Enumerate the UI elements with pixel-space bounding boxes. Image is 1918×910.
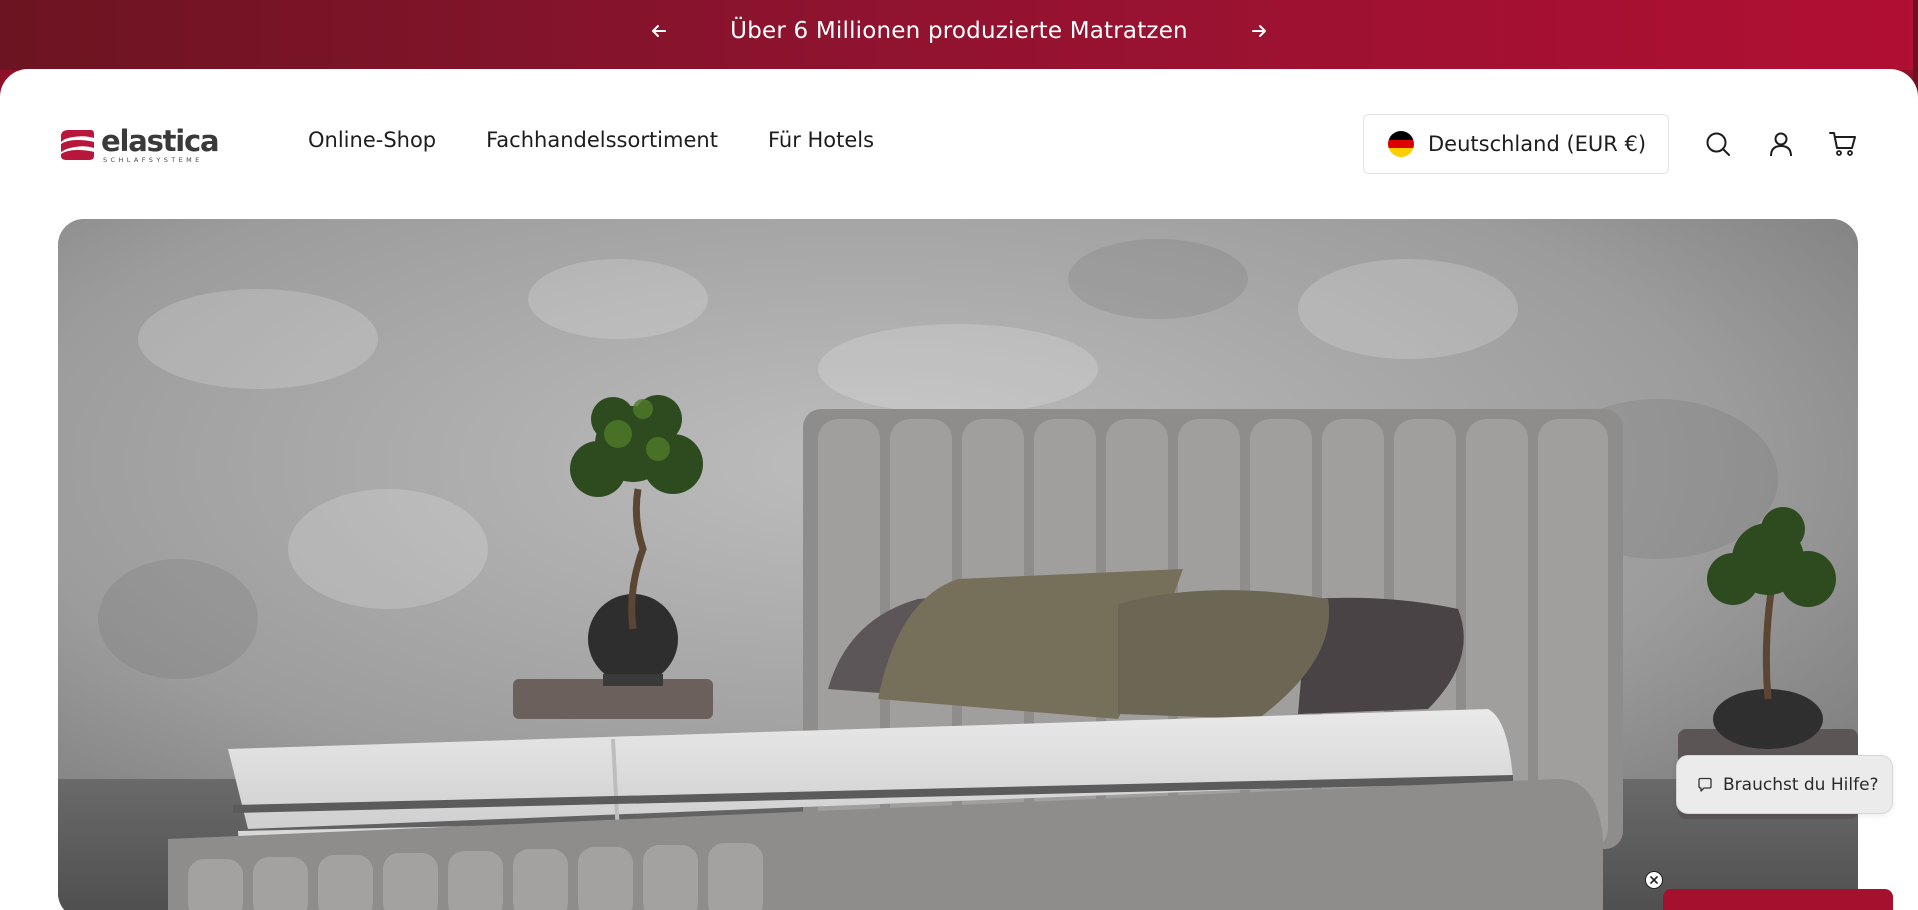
germany-flag-icon: [1388, 131, 1414, 157]
country-selector[interactable]: Deutschland (EUR €): [1363, 114, 1669, 174]
brand-name: elastica: [101, 123, 220, 158]
brand-tagline: SCHLAFSYSTEME: [103, 155, 203, 164]
brand-logo-mark: [61, 130, 94, 160]
hero-bed-illustration: [58, 219, 1858, 910]
main-nav: Online-Shop Fachhandelssortiment Für Hot…: [308, 128, 874, 152]
hero-image[interactable]: [58, 219, 1858, 910]
help-chat-label: Brauchst du Hilfe?: [1723, 774, 1879, 795]
announcement-prev-button[interactable]: [639, 11, 679, 51]
nav-item-fuer-hotels[interactable]: Für Hotels: [768, 128, 874, 152]
arrow-right-icon: [1252, 25, 1266, 37]
search-button[interactable]: [1703, 129, 1733, 159]
help-chat-button[interactable]: Brauchst du Hilfe?: [1676, 755, 1893, 814]
chat-bubble-icon: [1698, 777, 1712, 792]
arrow-left-icon: [652, 25, 666, 37]
page-content: elastica SCHLAFSYSTEME Online-Shop Fachh…: [0, 69, 1918, 910]
close-icon: [1650, 876, 1658, 884]
promo-tab[interactable]: [1663, 889, 1893, 910]
cart-icon: [1829, 132, 1856, 156]
brand-logo[interactable]: elastica SCHLAFSYSTEME: [59, 125, 221, 165]
announcement-next-button[interactable]: [1239, 11, 1279, 51]
nav-item-fachhandelssortiment[interactable]: Fachhandelssortiment: [486, 128, 718, 152]
account-icon: [1770, 132, 1792, 157]
country-selector-label: Deutschland (EUR €): [1428, 132, 1647, 156]
announcement-bar: Über 6 Millionen produzierte Matratzen: [0, 0, 1918, 70]
account-button[interactable]: [1766, 129, 1796, 159]
cart-button[interactable]: [1828, 129, 1858, 159]
search-icon: [1706, 132, 1730, 156]
nav-item-online-shop[interactable]: Online-Shop: [308, 128, 436, 152]
site-header: elastica SCHLAFSYSTEME Online-Shop Fachh…: [0, 69, 1918, 219]
announcement-text: Über 6 Millionen produzierte Matratzen: [730, 18, 1188, 44]
close-popup-button[interactable]: [1645, 871, 1663, 889]
